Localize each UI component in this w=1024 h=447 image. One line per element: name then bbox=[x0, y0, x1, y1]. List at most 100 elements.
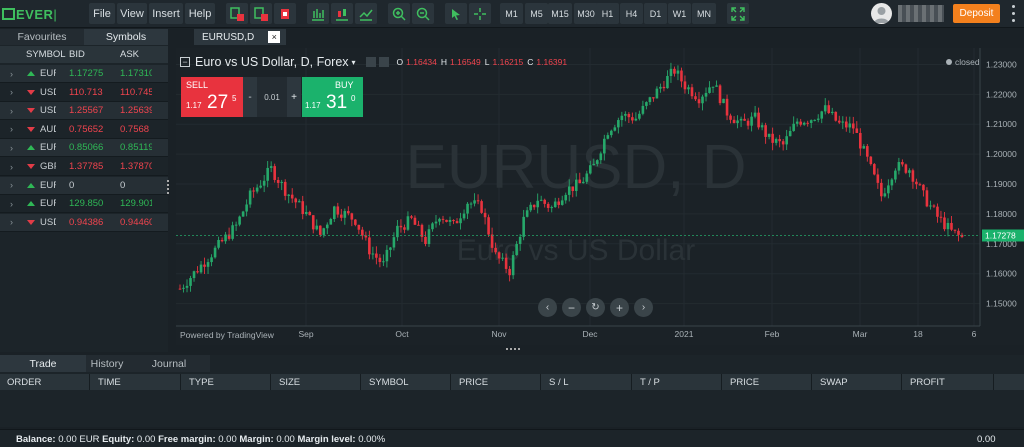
buy-button[interactable]: BUY 1.17 31 0 bbox=[302, 77, 363, 117]
menu-view[interactable]: View bbox=[117, 3, 147, 24]
zoom-in-chart-icon[interactable]: + bbox=[610, 298, 629, 317]
col-symbol[interactable]: SYMBOL bbox=[26, 49, 66, 60]
timeframe-mn[interactable]: MN bbox=[692, 3, 716, 24]
candle-body bbox=[241, 211, 245, 217]
candle-body bbox=[620, 115, 624, 121]
symbol-row[interactable]: › USD 110.713 110.745 bbox=[0, 84, 168, 102]
deposit-button[interactable]: Deposit bbox=[953, 4, 1000, 23]
candle-body bbox=[704, 92, 708, 97]
panel-splitter-handle[interactable] bbox=[167, 180, 170, 194]
candle-body bbox=[487, 217, 490, 235]
timeframe-m1[interactable]: M1 bbox=[500, 3, 523, 24]
cursor-icon[interactable] bbox=[445, 3, 467, 24]
candle-body bbox=[908, 170, 911, 173]
expand-row-icon[interactable]: › bbox=[10, 162, 13, 172]
col-type[interactable]: TYPE bbox=[189, 377, 214, 388]
candle-body bbox=[515, 243, 518, 256]
col-current-price[interactable]: PRICE bbox=[730, 377, 759, 388]
chart-title-dropdown-icon[interactable]: ▾ bbox=[352, 58, 356, 67]
col-take-profit[interactable]: T / P bbox=[640, 377, 660, 388]
col-symbol[interactable]: SYMBOL bbox=[369, 377, 409, 388]
timeframe-m15[interactable]: M15 bbox=[548, 3, 572, 24]
col-swap[interactable]: SWAP bbox=[820, 377, 848, 388]
menu-file[interactable]: File bbox=[89, 3, 115, 24]
col-time[interactable]: TIME bbox=[98, 377, 121, 388]
symbol-row[interactable]: › AUD 0.75652 0.7568 bbox=[0, 121, 168, 139]
symbol-row[interactable]: › GBP 1.37785 1.37870 bbox=[0, 158, 168, 176]
candle-body bbox=[427, 229, 431, 245]
symbol-row[interactable]: › EUR 0 0 bbox=[0, 176, 168, 195]
chart-tab[interactable]: EURUSD,D × bbox=[194, 29, 287, 45]
col-bid[interactable]: BID bbox=[69, 49, 85, 60]
candle-body bbox=[189, 278, 192, 286]
pending-order-icon[interactable] bbox=[250, 3, 272, 24]
expand-row-icon[interactable]: › bbox=[10, 106, 13, 116]
zoom-out-icon[interactable] bbox=[412, 3, 434, 24]
bid-price: 110.713 bbox=[69, 86, 103, 98]
expand-row-icon[interactable]: › bbox=[10, 143, 13, 153]
candle-body bbox=[560, 200, 564, 205]
tab-journal[interactable]: Journal bbox=[128, 355, 210, 372]
tab-favourites[interactable]: Favourites bbox=[0, 29, 84, 45]
candle-body bbox=[424, 236, 427, 245]
symbol-row[interactable]: › EUR 0.85066 0.85119 bbox=[0, 139, 168, 158]
expand-row-icon[interactable]: › bbox=[10, 69, 13, 79]
collapse-legend-icon[interactable]: − bbox=[180, 57, 190, 67]
candle-body bbox=[311, 215, 315, 230]
panel-resize-handle[interactable] bbox=[506, 348, 520, 351]
expand-row-icon[interactable]: › bbox=[10, 87, 13, 97]
symbol-row[interactable]: › USD 0.94386 0.94460 bbox=[0, 213, 168, 232]
lot-increase-button[interactable]: + bbox=[287, 77, 301, 117]
fullscreen-icon[interactable] bbox=[727, 3, 749, 24]
crosshair-icon[interactable] bbox=[469, 3, 491, 24]
bar-chart-icon[interactable] bbox=[307, 3, 329, 24]
symbol-row[interactable]: › USD 1.25567 1.25639 bbox=[0, 102, 168, 121]
zoom-out-chart-icon[interactable]: − bbox=[562, 298, 581, 317]
close-order-icon[interactable] bbox=[274, 3, 296, 24]
user-avatar[interactable] bbox=[871, 3, 892, 24]
timeframe-h1[interactable]: H1 bbox=[596, 3, 619, 24]
scroll-left-icon[interactable]: ‹ bbox=[538, 298, 557, 317]
sell-button[interactable]: SELL 1.17 27 5 bbox=[181, 77, 243, 117]
col-order[interactable]: ORDER bbox=[7, 377, 41, 388]
price-chart[interactable]: EURUSD, D Euro vs US Dollar 1.23000 1.220… bbox=[176, 48, 1024, 345]
expand-row-icon[interactable]: › bbox=[10, 180, 13, 190]
symbol-row[interactable]: › EUR 1.17275 1.17310 bbox=[0, 65, 168, 83]
zoom-in-icon[interactable] bbox=[388, 3, 410, 24]
candle-chart-icon[interactable] bbox=[331, 3, 353, 24]
expand-row-icon[interactable]: › bbox=[10, 124, 13, 134]
candle-body bbox=[880, 182, 883, 197]
lot-size-input[interactable]: 0.01 bbox=[257, 77, 287, 117]
tab-symbols[interactable]: Symbols bbox=[84, 29, 168, 45]
candle-body bbox=[294, 198, 298, 203]
lot-decrease-button[interactable]: - bbox=[243, 77, 257, 117]
timeframe-h4[interactable]: H4 bbox=[620, 3, 643, 24]
timeframe-d1[interactable]: D1 bbox=[644, 3, 667, 24]
tab-trade[interactable]: Trade bbox=[0, 355, 86, 372]
settings-icon[interactable] bbox=[365, 57, 376, 67]
close-tab-icon[interactable]: × bbox=[268, 31, 281, 43]
candle-body bbox=[802, 122, 806, 125]
col-ask[interactable]: ASK bbox=[120, 49, 139, 60]
reset-chart-icon[interactable]: ↻ bbox=[586, 298, 605, 317]
col-profit[interactable]: PROFIT bbox=[910, 377, 945, 388]
timeframe-w1[interactable]: W1 bbox=[668, 3, 691, 24]
timeframe-m30[interactable]: M30 bbox=[574, 3, 598, 24]
col-size[interactable]: SIZE bbox=[279, 377, 300, 388]
tab-history[interactable]: History bbox=[86, 355, 128, 372]
menu-help[interactable]: Help bbox=[185, 3, 215, 24]
col-price[interactable]: PRICE bbox=[459, 377, 488, 388]
more-menu-icon[interactable] bbox=[1007, 5, 1019, 22]
line-chart-icon[interactable] bbox=[355, 3, 377, 24]
scroll-right-icon[interactable]: › bbox=[634, 298, 653, 317]
trend-down-icon bbox=[27, 89, 35, 95]
timeframe-m5[interactable]: M5 bbox=[525, 3, 548, 24]
symbol-row[interactable]: › EUR 129.850 129.901 bbox=[0, 195, 168, 214]
close-series-icon[interactable] bbox=[378, 57, 389, 67]
expand-row-icon[interactable]: › bbox=[10, 199, 13, 209]
candle-body bbox=[392, 237, 396, 248]
expand-row-icon[interactable]: › bbox=[10, 217, 13, 227]
menu-insert[interactable]: Insert bbox=[149, 3, 183, 24]
col-stop-loss[interactable]: S / L bbox=[549, 377, 569, 388]
new-order-icon[interactable] bbox=[226, 3, 248, 24]
